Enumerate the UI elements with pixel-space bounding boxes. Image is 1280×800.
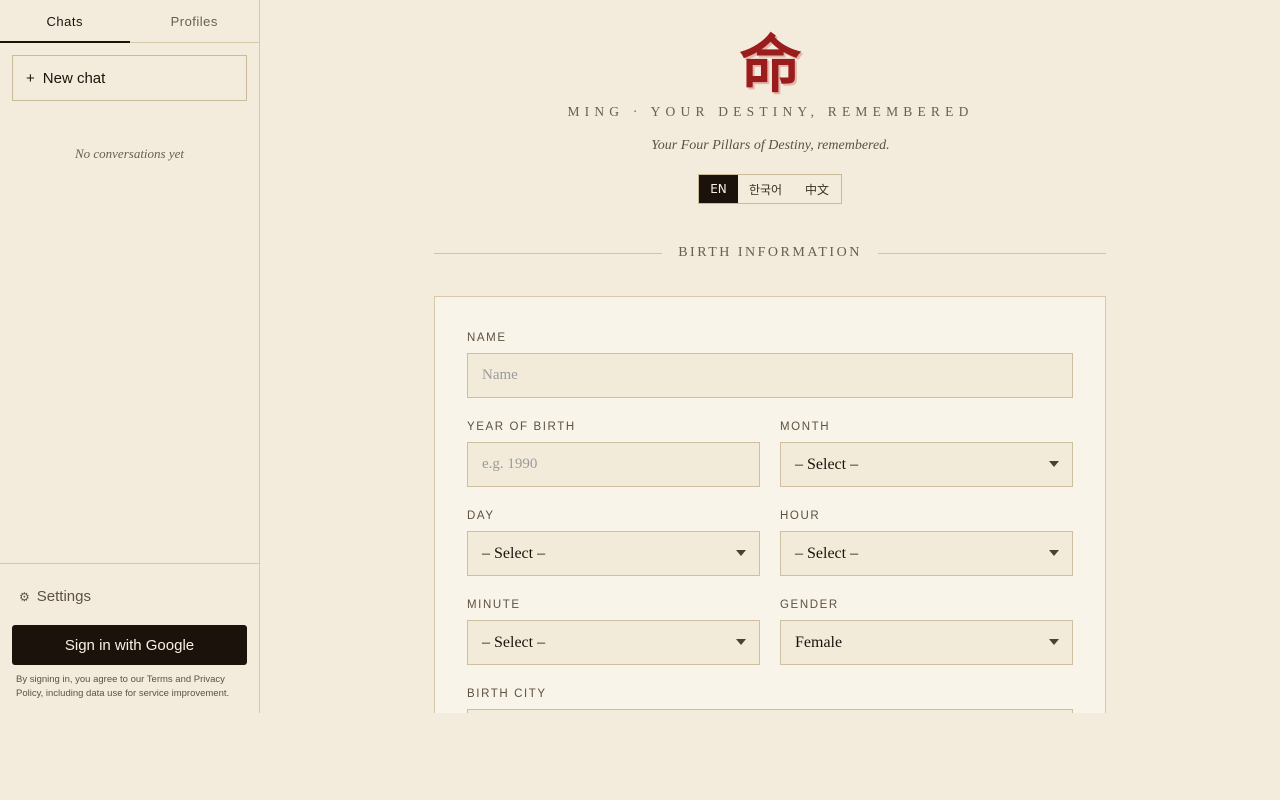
hour-value: – Select – [795, 544, 859, 562]
minute-label: MINUTE [467, 599, 521, 611]
gender-value: Female [795, 633, 843, 651]
chevron-down-icon [1049, 639, 1059, 645]
chevron-down-icon [736, 639, 746, 645]
minute-select[interactable]: – Select – [467, 620, 760, 665]
day-label: DAY [467, 510, 495, 522]
name-label: NAME [467, 332, 507, 344]
chevron-down-icon [1049, 461, 1059, 467]
name-input[interactable]: Name [467, 353, 1073, 398]
chevron-down-icon [1049, 550, 1059, 556]
gear-icon: ⚙ [19, 589, 30, 604]
tab-chats[interactable]: Chats [0, 0, 130, 43]
tagline: Your Four Pillars of Destiny, remembered… [651, 138, 890, 153]
hour-label: HOUR [780, 510, 821, 522]
tab-profiles[interactable]: Profiles [130, 0, 260, 42]
lang-zh-button[interactable]: 中文 [793, 175, 841, 203]
sidebar: Chats Profiles + New chat No conversatio… [0, 0, 260, 713]
birth-city-input[interactable] [467, 709, 1073, 713]
ming-logo: 命 [739, 28, 802, 101]
language-switcher: EN 한국어 中文 [698, 174, 842, 204]
birth-city-label: BIRTH CITY [467, 688, 547, 700]
birth-info-form: NAME Name YEAR OF BIRTH e.g. 1990 MONTH … [434, 296, 1106, 713]
legal-notice: By signing in, you agree to our Terms an… [16, 674, 230, 699]
section-title: BIRTH INFORMATION [678, 245, 862, 260]
month-select[interactable]: – Select – [780, 442, 1073, 487]
lang-ko-button[interactable]: 한국어 [738, 175, 793, 203]
year-label: YEAR OF BIRTH [467, 421, 576, 433]
chevron-down-icon [736, 550, 746, 556]
brand-title: MING · YOUR DESTINY, REMEMBERED [567, 104, 974, 119]
new-chat-label: New chat [42, 69, 106, 87]
section-header: BIRTH INFORMATION [434, 245, 1107, 261]
empty-conversations-note: No conversations yet [74, 146, 185, 161]
hour-select[interactable]: – Select – [780, 531, 1073, 576]
day-select[interactable]: – Select – [467, 531, 760, 576]
gender-select[interactable]: Female [780, 620, 1073, 665]
settings-button[interactable]: ⚙ Settings [19, 588, 91, 605]
gender-label: GENDER [780, 599, 839, 611]
day-value: – Select – [482, 544, 546, 562]
lang-en-button[interactable]: EN [699, 175, 738, 203]
settings-label: Settings [36, 588, 91, 605]
main-content: 命 MING · YOUR DESTINY, REMEMBERED Your F… [261, 0, 1280, 713]
month-value: – Select – [795, 455, 859, 473]
new-chat-button[interactable]: + New chat [12, 55, 247, 101]
year-input[interactable]: e.g. 1990 [467, 442, 760, 487]
plus-icon: + [26, 69, 35, 87]
minute-value: – Select – [482, 633, 546, 651]
sidebar-footer: ⚙ Settings Sign in with Google By signin… [0, 563, 259, 713]
divider-right [877, 252, 1107, 254]
sign-in-google-button[interactable]: Sign in with Google [12, 625, 247, 665]
sidebar-tabs: Chats Profiles [0, 0, 259, 43]
month-label: MONTH [780, 421, 831, 433]
divider-left [434, 252, 663, 254]
